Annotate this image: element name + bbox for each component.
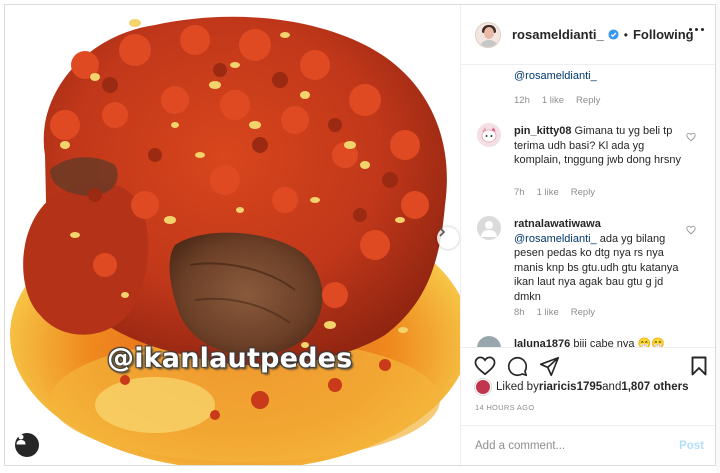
comment-reply-button[interactable]: Reply <box>571 187 595 198</box>
comment-mention[interactable]: @rosameldianti_ <box>514 70 597 82</box>
post-header: rosameldianti_ • Following <box>461 5 715 65</box>
author-username[interactable]: rosameldianti_ <box>512 27 604 42</box>
following-button[interactable]: Following <box>633 27 694 42</box>
comment-meta: 8h 1 like Reply <box>514 307 595 318</box>
comment-avatar[interactable] <box>477 336 501 347</box>
comment-composer: Post <box>461 425 715 465</box>
add-comment-input[interactable] <box>475 439 680 452</box>
liker-avatar[interactable] <box>475 379 491 395</box>
comment-text: pin_kitty08 Gimana tu yg beli tp terima … <box>514 124 686 168</box>
comment-username[interactable]: pin_kitty08 <box>514 125 571 137</box>
post-actions <box>461 347 715 377</box>
comment-text: laluna1876 biji cabe nya 😁😁 <box>514 337 686 347</box>
likes-summary: Liked by riaricis1795 and 1,807 others <box>475 379 688 395</box>
comment-mention[interactable]: @rosameldianti_ <box>514 233 597 245</box>
comment-likes[interactable]: 1 like <box>537 307 559 318</box>
post-photo[interactable]: @ikanlautpedes <box>5 5 460 465</box>
comment-reply-button[interactable]: Reply <box>571 307 595 318</box>
food-illustration <box>5 5 460 465</box>
save-bookmark-icon[interactable] <box>691 356 707 381</box>
more-options-icon[interactable] <box>689 28 704 31</box>
comment-username[interactable]: ratnalawatiwawa <box>514 218 601 230</box>
liker-username[interactable]: riaricis1795 <box>539 381 602 393</box>
comment-likes[interactable]: 1 like <box>542 95 564 106</box>
likes-middle: and <box>602 381 622 393</box>
verified-badge-icon <box>608 29 619 40</box>
comment-meta: 12h 1 like Reply <box>514 95 600 106</box>
comment-partial: @rosameldianti_ <box>514 66 704 83</box>
comment-partial-cutoff-line <box>514 66 704 69</box>
comment-time[interactable]: 8h <box>514 307 525 318</box>
page-edge <box>716 0 720 473</box>
comment-time[interactable]: 7h <box>514 187 525 198</box>
chevron-right-icon <box>439 227 446 237</box>
comment-avatar[interactable] <box>477 123 501 147</box>
header-separator: • <box>623 27 628 42</box>
likes-count[interactable]: 1,807 others <box>621 381 688 393</box>
post-comment-button[interactable]: Post <box>679 440 704 452</box>
comment-username[interactable]: laluna1876 <box>514 338 570 347</box>
photo-watermark: @ikanlautpedes <box>107 343 353 374</box>
tagged-users-button[interactable] <box>15 433 39 457</box>
post-sidebar: rosameldianti_ • Following @rosameldiant… <box>460 5 715 465</box>
comment-avatar[interactable] <box>477 216 501 240</box>
author-avatar[interactable] <box>475 21 501 48</box>
post-timestamp[interactable]: 14 HOURS AGO <box>475 403 534 412</box>
like-heart-icon[interactable] <box>474 356 496 381</box>
comment-meta: 7h 1 like Reply <box>514 187 595 198</box>
comment-reply-button[interactable]: Reply <box>576 95 600 106</box>
like-comment-heart-icon[interactable] <box>686 222 696 240</box>
comment-text: ratnalawatiwawa @rosameldianti_ ada yg b… <box>514 217 686 304</box>
post-dialog: @ikanlautpedes rosameldianti_ • Followin… <box>4 4 716 466</box>
like-comment-heart-icon[interactable] <box>686 129 696 147</box>
next-image-button[interactable] <box>437 227 459 249</box>
likes-prefix: Liked by <box>496 381 539 393</box>
comment-content: biji cabe nya 😁😁 <box>570 338 665 347</box>
comment-time[interactable]: 12h <box>514 95 530 106</box>
comment-likes[interactable]: 1 like <box>537 187 559 198</box>
comments-list[interactable]: @rosameldianti_ 12h 1 like Reply pin_kit… <box>461 66 715 347</box>
user-icon <box>16 434 26 445</box>
